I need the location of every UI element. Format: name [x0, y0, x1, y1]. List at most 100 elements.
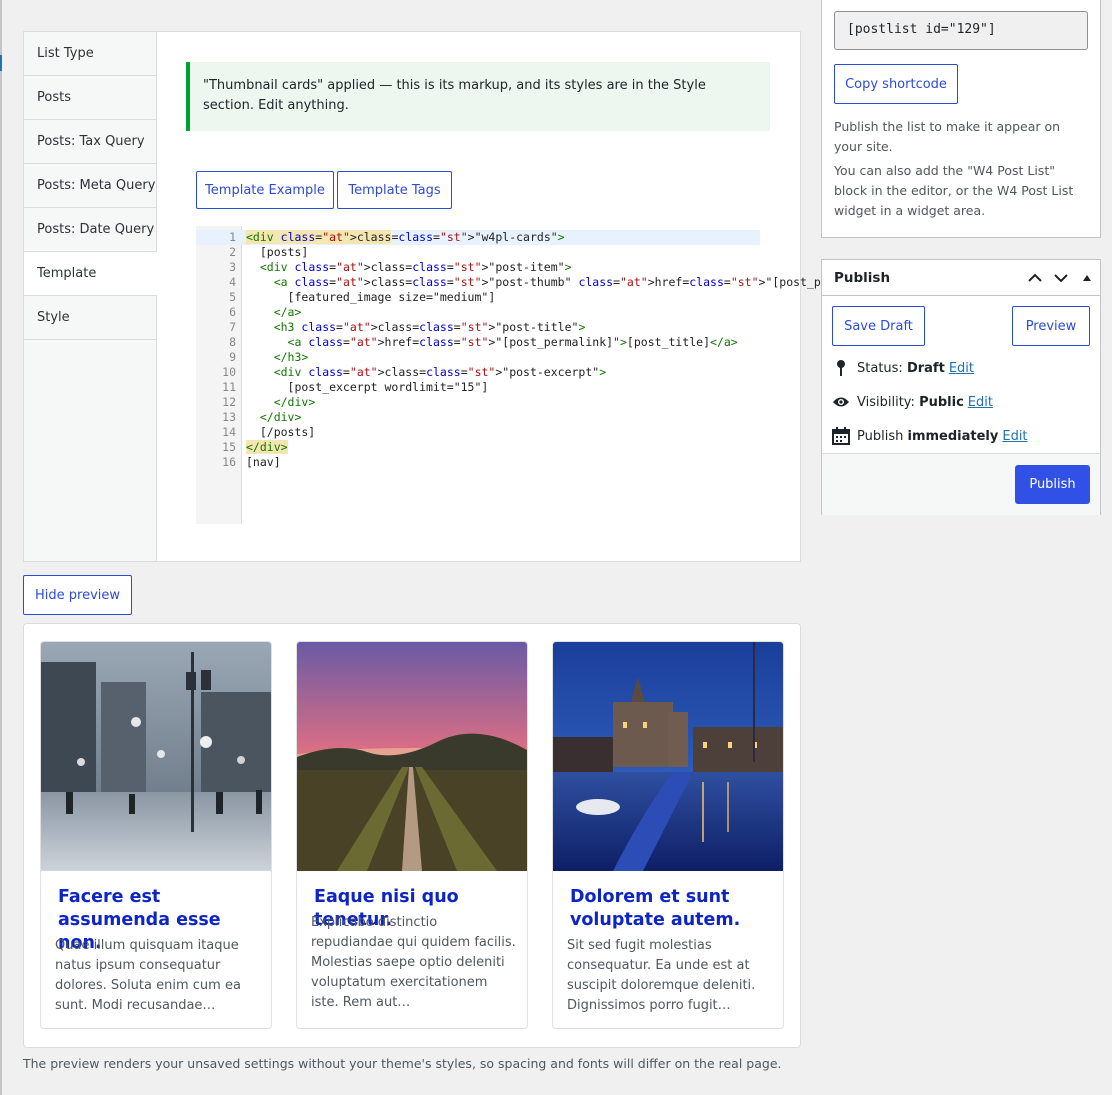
code-line: 8 <a class="at">href=class="st">"[post_p…	[196, 335, 760, 350]
tab-posts-date-query[interactable]: Posts: Date Query	[24, 208, 156, 252]
code-text: <h3 class="at">class=class="st">"post-ti…	[273, 320, 586, 334]
tab-list-type[interactable]: List Type	[24, 32, 156, 76]
visibility-row: Visibility: Public Edit	[832, 391, 993, 413]
shortcode-field[interactable]: [postlist id="129"]	[834, 11, 1088, 50]
post-card: Facere est assumenda esse non. Quae illu…	[40, 641, 272, 1029]
canal-city-night-photo	[553, 642, 783, 871]
edit-status-link[interactable]: Edit	[949, 361, 974, 376]
post-card: Eaque nisi quo tenetur. Explicabo distin…	[296, 641, 528, 1029]
line-number: 9	[229, 350, 236, 364]
line-number: 10	[222, 365, 236, 379]
code-line: 5 [featured_image size="medium"]	[196, 290, 760, 305]
status-row: Status: Draft Edit	[832, 357, 974, 379]
shortcode-help: Publish the list to make it appear on yo…	[834, 119, 1061, 154]
code-line: 7 <h3 class="at">class=class="st">"post-…	[196, 320, 760, 335]
code-line: 3 <div class="at">class=class="st">"post…	[196, 260, 760, 275]
code-text: </div>	[273, 395, 316, 409]
tab-label: Posts: Meta Query	[37, 178, 156, 193]
schedule-row: Publish immediately Edit	[832, 425, 1028, 447]
status-label: Status:	[857, 360, 903, 376]
post-thumbnail[interactable]	[297, 642, 527, 871]
line-number: 16	[222, 455, 236, 469]
shortcode-help: You can also add the "W4 Post List" bloc…	[834, 163, 1074, 218]
code-lines: 1 <div class="at">class=class="st">"w4pl-…	[196, 230, 897, 470]
tab-label: Style	[37, 310, 70, 325]
save-draft-button[interactable]: Save Draft	[832, 306, 925, 346]
tab-posts-meta-query[interactable]: Posts: Meta Query	[24, 164, 156, 208]
tab-template[interactable]: Template	[24, 252, 157, 296]
code-text: <div class="at">class=class="st">"post-i…	[259, 260, 572, 274]
collapse-triangle-icon[interactable]	[1078, 269, 1096, 287]
settings-panel: List Type Posts Posts: Tax Query Posts: …	[23, 31, 897, 562]
tab-posts-tax-query[interactable]: Posts: Tax Query	[24, 120, 156, 164]
tab-label: Posts: Date Query	[37, 222, 155, 237]
misty-sunset-path-photo	[297, 642, 527, 871]
chevron-up-icon[interactable]	[1026, 269, 1044, 287]
line-number: 2	[229, 245, 236, 259]
post-card: Dolorem et sunt voluptate autem. Sit sed…	[552, 641, 784, 1029]
edit-visibility-link[interactable]: Edit	[968, 395, 993, 410]
post-excerpt: Explicabo distinctio repudiandae qui qui…	[311, 915, 516, 1010]
tab-label: Posts: Tax Query	[37, 134, 145, 149]
code-line: 10 <div class="at">class=class="st">"pos…	[196, 365, 760, 380]
tab-posts[interactable]: Posts	[24, 76, 156, 120]
code-text: <div class="at">class=class="st">"post-e…	[273, 365, 607, 379]
code-text: </div>	[259, 410, 302, 424]
post-excerpt: Quae illum quisquam itaque natus ipsum c…	[55, 938, 241, 1013]
line-number: 1	[229, 230, 236, 244]
code-text: </h3>	[273, 350, 309, 364]
line-number: 14	[222, 425, 236, 439]
admin-left-edge	[0, 0, 2, 1095]
admin-menu-indicator	[0, 55, 2, 71]
edit-schedule-link[interactable]: Edit	[1002, 429, 1027, 444]
code-text: <a class="at">href=class="st">"[post_per…	[287, 335, 738, 349]
publish-actions: Publish	[822, 453, 1100, 515]
template-applied-notice: "Thumbnail cards" applied — this is its …	[186, 62, 770, 131]
code-line: 9 </h3>	[196, 350, 760, 365]
code-line: 4 <a class="at">class=class="st">"post-t…	[196, 275, 897, 290]
code-text: </a>	[273, 305, 302, 319]
code-text: [post_excerpt wordlimit="15"]	[246, 380, 489, 394]
line-number: 5	[229, 290, 236, 304]
code-line: 13 </div>	[196, 410, 760, 425]
post-thumbnail[interactable]	[553, 642, 783, 871]
shortcode-box: [postlist id="129"] Copy shortcode Publi…	[821, 0, 1101, 238]
code-text: <a class="at">class=class="st">"post-thu…	[273, 275, 897, 289]
code-line: 14 [/posts]	[196, 425, 760, 440]
publish-button[interactable]: Publish	[1015, 465, 1090, 504]
code-line: 1 <div class="at">class=class="st">"w4pl-…	[196, 230, 760, 245]
calendar-icon	[832, 427, 850, 445]
line-number: 11	[222, 380, 236, 394]
publish-timing-label: Publish	[857, 428, 904, 444]
copy-shortcode-button[interactable]: Copy shortcode	[834, 64, 958, 104]
chevron-down-icon[interactable]	[1052, 269, 1070, 287]
code-line: 11 [post_excerpt wordlimit="15"]	[196, 380, 760, 395]
post-excerpt: Sit sed fugit molestias consequatur. Ea …	[567, 938, 756, 1013]
post-title-link[interactable]: Dolorem et sunt voluptate autem.	[570, 886, 770, 932]
line-number: 12	[222, 395, 236, 409]
code-text: <div class="at">class=class="st">"w4pl-c…	[246, 230, 565, 244]
template-code-editor[interactable]: 1 <div class="at">class=class="st">"w4pl-…	[196, 226, 897, 524]
code-line: 16 [nav]	[196, 455, 760, 470]
publish-timing-value: immediately	[907, 428, 999, 444]
publish-box: Publish Save Draft Preview Status: Draft…	[821, 259, 1101, 515]
settings-tabs: List Type Posts Posts: Tax Query Posts: …	[24, 32, 157, 561]
preview-note: The preview renders your unsaved setting…	[23, 1056, 782, 1071]
line-number: 15	[222, 440, 236, 454]
template-tags-button[interactable]: Template Tags	[337, 171, 452, 209]
tab-style[interactable]: Style	[24, 296, 156, 340]
code-text: [nav]	[246, 455, 281, 469]
preview-button[interactable]: Preview	[1012, 306, 1090, 346]
code-text: [featured_image size="medium"]	[246, 290, 496, 304]
hide-preview-button[interactable]: Hide preview	[23, 575, 132, 615]
line-number: 6	[229, 305, 236, 319]
post-thumbnail[interactable]	[41, 642, 271, 871]
line-number: 4	[229, 275, 236, 289]
code-text: [/posts]	[246, 425, 316, 439]
code-line: 2 [posts]	[196, 245, 760, 260]
template-example-button[interactable]: Template Example	[196, 171, 334, 209]
list-preview: Facere est assumenda esse non. Quae illu…	[23, 623, 801, 1048]
line-number: 3	[229, 260, 236, 274]
code-line: 6 </a>	[196, 305, 760, 320]
tab-label: List Type	[37, 46, 94, 61]
